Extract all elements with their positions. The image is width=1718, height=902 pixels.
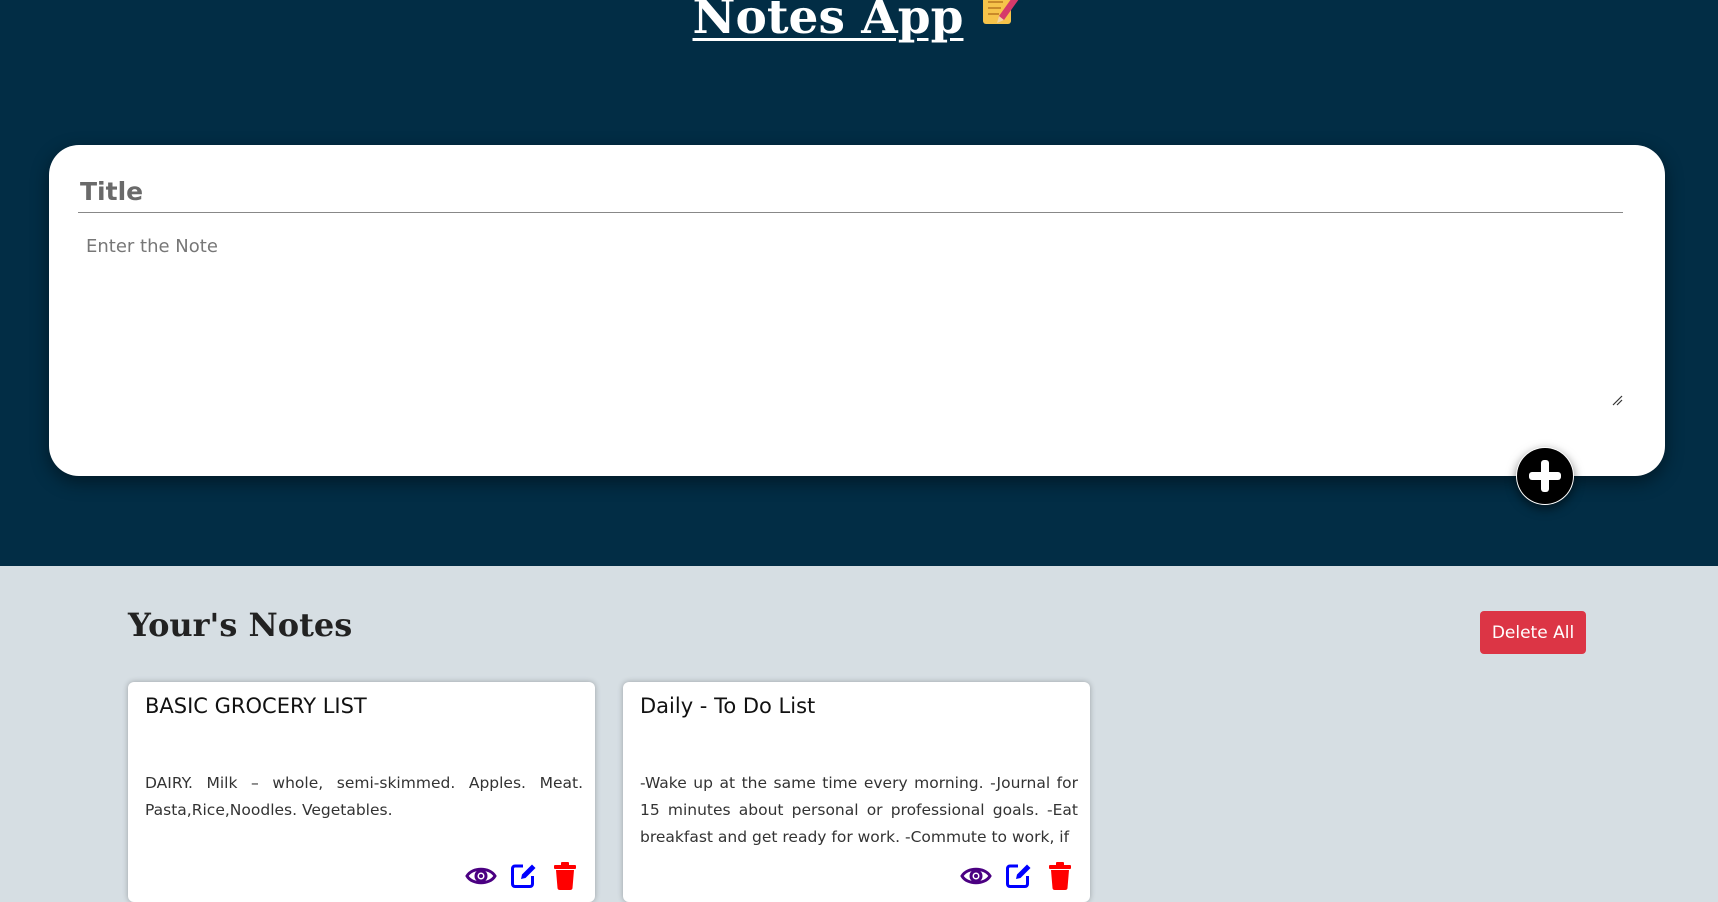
app-title-text: Notes App <box>692 0 964 45</box>
view-note-button[interactable] <box>960 860 992 892</box>
resize-handle-icon[interactable] <box>1611 394 1623 406</box>
note-actions <box>465 860 581 892</box>
note-body: DAIRY. Milk – whole, semi-skimmed. Apple… <box>145 774 583 819</box>
delete-note-button[interactable] <box>549 860 581 892</box>
note-title: BASIC GROCERY LIST <box>145 694 367 718</box>
app-title: Notes App <box>0 0 1718 55</box>
note-form <box>49 145 1665 476</box>
header-section: Notes App <box>0 0 1718 566</box>
note-body: -Wake up at the same time every morning.… <box>640 774 1078 846</box>
title-input[interactable] <box>78 171 1623 213</box>
eye-icon <box>960 867 992 885</box>
notes-heading: Your's Notes <box>128 606 353 644</box>
trash-icon <box>1049 862 1071 890</box>
edit-icon <box>511 864 536 888</box>
note-title: Daily - To Do List <box>640 694 816 718</box>
add-note-button[interactable] <box>1516 447 1574 505</box>
memo-icon <box>979 0 1025 47</box>
trash-icon <box>554 862 576 890</box>
edit-note-button[interactable] <box>1002 860 1034 892</box>
edit-icon <box>1006 864 1031 888</box>
plus-circle-icon <box>1517 448 1573 504</box>
note-card: Daily - To Do List -Wake up at the same … <box>623 682 1090 902</box>
note-actions <box>960 860 1076 892</box>
note-card: BASIC GROCERY LIST DAIRY. Milk – whole, … <box>128 682 595 902</box>
delete-note-button[interactable] <box>1044 860 1076 892</box>
edit-note-button[interactable] <box>507 860 539 892</box>
delete-all-button[interactable]: Delete All <box>1480 611 1586 654</box>
view-note-button[interactable] <box>465 860 497 892</box>
eye-icon <box>465 867 497 885</box>
note-textarea[interactable] <box>78 230 1623 402</box>
